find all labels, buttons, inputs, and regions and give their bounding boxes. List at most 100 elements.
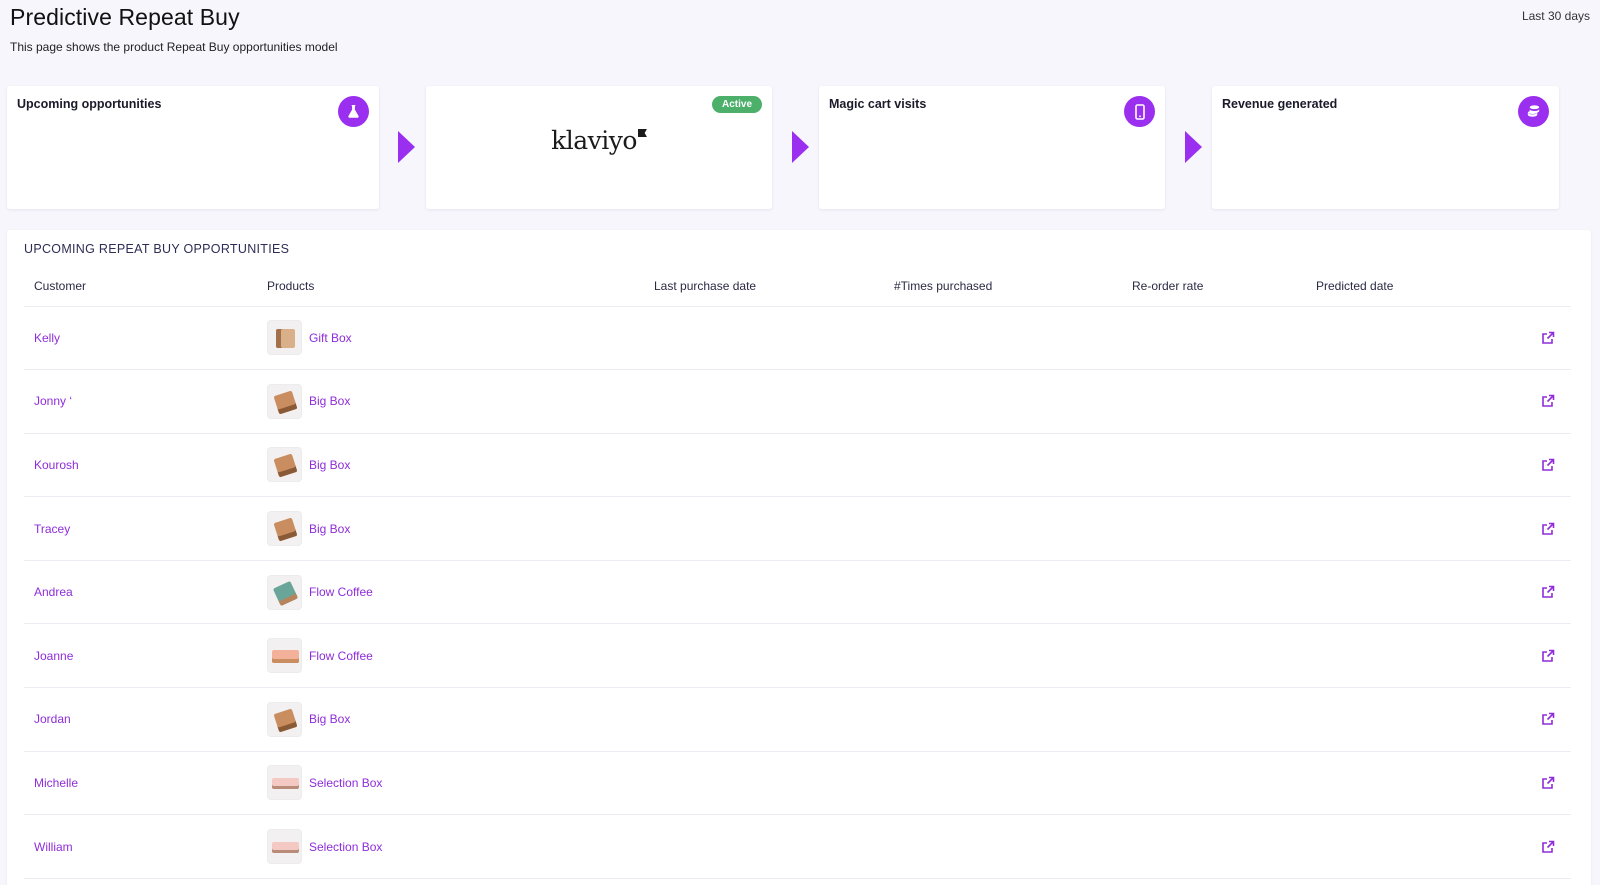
column-header-reorder-rate[interactable]: Re-order rate (1122, 266, 1306, 306)
reorder-rate-cell (1122, 688, 1306, 752)
last-purchase-date-cell (644, 624, 884, 688)
column-header-last-purchase-date[interactable]: Last purchase date (644, 266, 884, 306)
magic-cart-visits-card: Magic cart visits (819, 86, 1165, 209)
funnel-overview: Upcoming opportunities Active klaviyo Ma… (7, 86, 1591, 209)
external-link-icon[interactable] (1541, 712, 1555, 726)
product-cell: Flow Coffee (267, 638, 644, 673)
flow-arrow-icon (1185, 131, 1202, 163)
page-title: Predictive Repeat Buy (10, 4, 1590, 31)
times-purchased-cell (884, 624, 1122, 688)
column-header-predicted-date[interactable]: Predicted date (1306, 266, 1531, 306)
predicted-date-cell (1306, 688, 1531, 752)
product-thumbnail (267, 511, 302, 546)
external-link-icon[interactable] (1541, 458, 1555, 472)
product-thumbnail (267, 447, 302, 482)
product-link[interactable]: Big Box (309, 522, 350, 536)
date-range-selector[interactable]: Last 30 days (1522, 9, 1590, 23)
product-thumbnail (267, 320, 302, 355)
times-purchased-cell (884, 688, 1122, 752)
customer-link[interactable]: Jonny ‘ (34, 394, 72, 408)
last-purchase-date-cell (644, 688, 884, 752)
product-link[interactable]: Gift Box (309, 331, 352, 345)
product-cell: Selection Box (267, 765, 644, 800)
customer-link[interactable]: Joanne (34, 649, 73, 663)
product-link[interactable]: Big Box (309, 712, 350, 726)
last-purchase-date-cell (644, 751, 884, 815)
product-cell: Big Box (267, 702, 644, 737)
reorder-rate-cell (1122, 370, 1306, 434)
table-row: Kourosh Big Box (24, 433, 1571, 497)
product-link[interactable]: Selection Box (309, 776, 382, 790)
reorder-rate-cell (1122, 751, 1306, 815)
product-thumbnail (267, 638, 302, 673)
klaviyo-integration-card[interactable]: Active klaviyo (426, 86, 772, 209)
product-thumbnail (267, 702, 302, 737)
external-link-icon[interactable] (1541, 840, 1555, 854)
times-purchased-cell (884, 560, 1122, 624)
card-title: Magic cart visits (829, 97, 926, 111)
product-thumbnail (267, 575, 302, 610)
customer-link[interactable]: Kourosh (34, 458, 79, 472)
last-purchase-date-cell (644, 815, 884, 879)
external-link-icon[interactable] (1541, 394, 1555, 408)
flask-icon (338, 96, 369, 127)
table-row: William Selection Box (24, 815, 1571, 879)
times-purchased-cell (884, 370, 1122, 434)
external-link-icon[interactable] (1541, 331, 1555, 345)
table-row: Michelle Selection Box (24, 751, 1571, 815)
product-link[interactable]: Flow Coffee (309, 649, 373, 663)
product-link[interactable]: Selection Box (309, 840, 382, 854)
customer-link[interactable]: Michelle (34, 776, 78, 790)
customer-link[interactable]: Kelly (34, 331, 60, 345)
predicted-date-cell (1306, 560, 1531, 624)
column-header-actions (1531, 266, 1571, 306)
product-cell: Big Box (267, 511, 644, 546)
flow-arrow-icon (398, 131, 415, 163)
external-link-icon[interactable] (1541, 522, 1555, 536)
column-header-times-purchased[interactable]: #Times purchased (884, 266, 1122, 306)
external-link-icon[interactable] (1541, 585, 1555, 599)
column-header-customer[interactable]: Customer (24, 266, 257, 306)
coins-icon (1518, 96, 1549, 127)
product-thumbnail (267, 765, 302, 800)
product-cell: Big Box (267, 447, 644, 482)
product-cell: Selection Box (267, 829, 644, 864)
flow-arrow-icon (792, 131, 809, 163)
predicted-date-cell (1306, 497, 1531, 561)
column-header-products[interactable]: Products (257, 266, 644, 306)
reorder-rate-cell (1122, 560, 1306, 624)
external-link-icon[interactable] (1541, 776, 1555, 790)
predicted-date-cell (1306, 370, 1531, 434)
table-row: Jonny ‘ Big Box (24, 370, 1571, 434)
product-link[interactable]: Flow Coffee (309, 585, 373, 599)
product-cell: Gift Box (267, 320, 644, 355)
external-link-icon[interactable] (1541, 649, 1555, 663)
smartphone-icon (1124, 96, 1155, 127)
product-thumbnail (267, 829, 302, 864)
last-purchase-date-cell (644, 370, 884, 434)
times-purchased-cell (884, 815, 1122, 879)
reorder-rate-cell (1122, 624, 1306, 688)
customer-link[interactable]: William (34, 840, 73, 854)
page-subtitle: This page shows the product Repeat Buy o… (10, 40, 1590, 54)
product-cell: Flow Coffee (267, 575, 644, 610)
status-badge: Active (712, 96, 762, 113)
last-purchase-date-cell (644, 306, 884, 370)
table-header-row: Customer Products Last purchase date #Ti… (24, 266, 1571, 306)
times-purchased-cell (884, 497, 1122, 561)
customer-link[interactable]: Tracey (34, 522, 70, 536)
product-link[interactable]: Big Box (309, 394, 350, 408)
predicted-date-cell (1306, 433, 1531, 497)
last-purchase-date-cell (644, 497, 884, 561)
page-header: Predictive Repeat Buy This page shows th… (10, 4, 1590, 64)
times-purchased-cell (884, 306, 1122, 370)
times-purchased-cell (884, 433, 1122, 497)
customer-link[interactable]: Jordan (34, 712, 71, 726)
product-link[interactable]: Big Box (309, 458, 350, 472)
card-title: Revenue generated (1222, 97, 1337, 111)
predicted-date-cell (1306, 624, 1531, 688)
klaviyo-flag-icon (638, 129, 647, 137)
customer-link[interactable]: Andrea (34, 585, 73, 599)
opportunities-table: Customer Products Last purchase date #Ti… (24, 266, 1571, 879)
table-row: Jordan Big Box (24, 688, 1571, 752)
